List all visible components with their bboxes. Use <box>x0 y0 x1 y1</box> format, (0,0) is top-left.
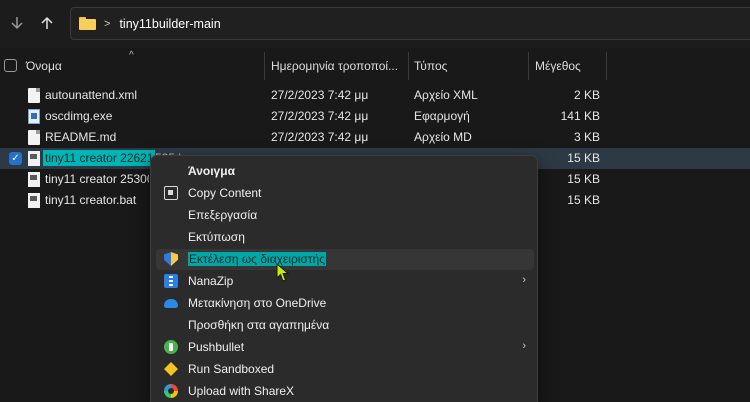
menu-item-nanazip[interactable]: NanaZip › <box>156 271 534 292</box>
pushbullet-icon <box>164 340 178 354</box>
menu-item-label: Εκτύπωση <box>188 230 245 244</box>
down-arrow-icon[interactable] <box>4 10 30 36</box>
menu-item-upload-sharex[interactable]: Upload with ShareX <box>156 381 534 402</box>
exe-file-icon <box>28 109 40 124</box>
folder-icon <box>79 17 96 30</box>
file-row[interactable]: README.md 27/2/2023 7:42 μμ Αρχείο MD 3 … <box>0 127 750 148</box>
navigation-bar: > tiny11builder-main <box>0 0 750 48</box>
column-header-type[interactable]: Τύπος <box>414 59 447 73</box>
menu-item-copy-content[interactable]: Copy Content <box>156 183 534 204</box>
menu-item-label: Επεξεργασία <box>188 208 258 222</box>
file-size: 3 KB <box>573 130 600 144</box>
menu-item-run-sandboxed[interactable]: Run Sandboxed <box>156 359 534 380</box>
menu-item-label: Run Sandboxed <box>188 362 275 376</box>
menu-item-label: Μετακίνηση στο OneDrive <box>188 296 327 310</box>
menu-item-label: Pushbullet <box>188 340 245 354</box>
file-size: 2 KB <box>573 88 600 102</box>
menu-item-print[interactable]: Εκτύπωση <box>156 227 534 248</box>
menu-item-open[interactable]: Άνοιγμα <box>156 161 534 182</box>
menu-item-label-highlight: Εκτέλεση ως διαχειριστής <box>188 252 327 266</box>
file-size: 15 KB <box>567 151 600 165</box>
file-type: Εφαρμογή <box>414 109 470 123</box>
column-divider[interactable] <box>606 52 607 80</box>
xml-file-icon <box>28 88 40 103</box>
breadcrumb-folder[interactable]: tiny11builder-main <box>119 17 220 31</box>
up-arrow-icon[interactable] <box>34 10 60 36</box>
menu-item-label: Άνοιγμα <box>188 164 235 178</box>
copy-content-icon <box>164 186 178 200</box>
admin-shield-icon <box>164 252 178 266</box>
file-size: 15 KB <box>567 172 600 186</box>
file-modified: 27/2/2023 7:42 μμ <box>271 130 369 144</box>
chevron-right-icon: › <box>522 274 526 286</box>
sandboxie-icon <box>164 362 178 376</box>
chevron-right-icon: › <box>522 340 526 352</box>
file-row[interactable]: oscdimg.exe 27/2/2023 7:42 μμ Εφαρμογή 1… <box>0 106 750 127</box>
file-name: oscdimg.exe <box>45 109 113 123</box>
file-name-rename-field[interactable]: tiny11 creator 22621 <box>43 150 155 166</box>
file-modified: 27/2/2023 7:42 μμ <box>271 88 369 102</box>
row-checkbox[interactable]: ✓ <box>9 152 22 165</box>
file-modified: 27/2/2023 7:42 μμ <box>271 109 369 123</box>
column-divider[interactable] <box>264 52 265 80</box>
file-type: Αρχείο MD <box>414 130 472 144</box>
menu-item-add-to-favorites[interactable]: Προσθήκη στα αγαπημένα <box>156 315 534 336</box>
chevron-right-icon[interactable]: > <box>104 18 110 30</box>
column-header-row: ^ Όνομα Ημερομηνία τροποποί... Τύπος Μέγ… <box>0 50 750 80</box>
sharex-icon <box>164 384 178 398</box>
md-file-icon <box>28 130 40 145</box>
menu-item-label: Upload with ShareX <box>188 384 295 398</box>
file-name: tiny11 creator.bat <box>45 193 137 207</box>
bat-file-icon <box>28 172 40 187</box>
menu-item-pushbullet[interactable]: Pushbullet › <box>156 337 534 358</box>
file-row[interactable]: autounattend.xml 27/2/2023 7:42 μμ Αρχεί… <box>0 85 750 106</box>
file-size: 141 KB <box>560 109 600 123</box>
sort-caret-icon: ^ <box>129 50 134 61</box>
file-size: 15 KB <box>567 193 600 207</box>
column-header-size[interactable]: Μέγεθος <box>535 59 581 73</box>
column-header-name[interactable]: Όνομα <box>26 59 62 73</box>
bat-file-icon <box>28 151 40 166</box>
menu-item-run-as-admin[interactable]: Εκτέλεση ως διαχειριστής <box>156 249 534 270</box>
column-divider[interactable] <box>408 52 409 80</box>
menu-item-move-to-onedrive[interactable]: Μετακίνηση στο OneDrive <box>156 293 534 314</box>
bat-file-icon <box>28 193 40 208</box>
nanazip-icon <box>164 274 178 288</box>
menu-item-edit[interactable]: Επεξεργασία <box>156 205 534 226</box>
menu-item-label: Προσθήκη στα αγαπημένα <box>188 318 330 332</box>
select-all-checkbox[interactable] <box>4 59 17 72</box>
file-name: autounattend.xml <box>45 88 138 102</box>
mouse-cursor-icon <box>276 263 290 282</box>
context-menu: Άνοιγμα Copy Content Επεξεργασία Εκτύπωσ… <box>150 155 538 402</box>
onedrive-icon <box>164 299 178 308</box>
file-name: README.md <box>45 130 117 144</box>
address-bar[interactable]: > tiny11builder-main <box>70 7 750 40</box>
file-type: Αρχείο XML <box>414 88 478 102</box>
file-name: tiny11 creator 25300 <box>45 172 149 186</box>
menu-item-label: Εκτέλεση ως διαχειριστής <box>188 252 327 266</box>
menu-item-label: NanaZip <box>188 274 234 288</box>
column-header-modified[interactable]: Ημερομηνία τροποποί... <box>271 59 398 73</box>
menu-item-label: Copy Content <box>188 186 262 200</box>
column-divider[interactable] <box>528 52 529 80</box>
